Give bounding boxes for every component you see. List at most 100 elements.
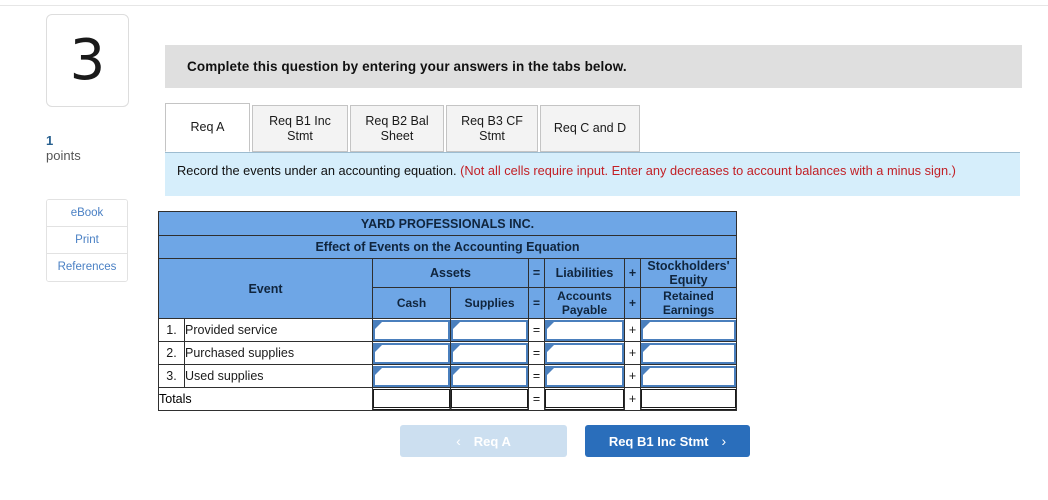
row-plus: + — [624, 318, 641, 342]
cell-total-accounts-payable — [544, 387, 625, 411]
total-cash-value — [373, 388, 450, 410]
input-accounts-payable-3[interactable] — [545, 365, 624, 387]
row-plus: + — [624, 364, 641, 388]
tab-req-b1-inc-stmt[interactable]: Req B1 Inc Stmt — [252, 105, 348, 152]
row-label: Purchased supplies — [184, 341, 373, 365]
cell-flag-icon — [643, 367, 650, 375]
input-retained-earnings-2[interactable] — [641, 342, 736, 364]
totals-label: Totals — [158, 387, 373, 411]
cell-flag-icon — [453, 321, 460, 329]
row-number: 3. — [158, 364, 185, 388]
row-number: 2. — [158, 341, 185, 365]
cell-accounts-payable-1[interactable] — [544, 318, 625, 342]
input-supplies-3[interactable] — [451, 365, 528, 387]
tab-req-b3-cf-stmt[interactable]: Req B3 CF Stmt — [446, 105, 538, 152]
totals-plus: + — [624, 387, 641, 411]
row-plus: + — [624, 341, 641, 365]
header-cash: Cash — [372, 287, 451, 319]
instruction-banner: Complete this question by entering your … — [165, 45, 1022, 88]
prev-requirement-label: Req A — [473, 433, 511, 449]
cell-flag-icon — [643, 321, 650, 329]
points-label: points — [46, 148, 81, 163]
row-number: 1. — [158, 318, 185, 342]
input-cash-2[interactable] — [373, 342, 450, 364]
header-supplies: Supplies — [450, 287, 529, 319]
total-supplies-value — [451, 388, 528, 410]
cell-retained-earnings-2[interactable] — [640, 341, 737, 365]
cell-flag-icon — [547, 344, 554, 352]
header-stockholders-equity: Stockholders' Equity — [640, 258, 737, 288]
header-assets: Assets — [372, 258, 529, 288]
header-accounts-payable: Accounts Payable — [544, 287, 625, 319]
input-cash-1[interactable] — [373, 319, 450, 341]
tab-req-b2-bal-sheet[interactable]: Req B2 Bal Sheet — [350, 105, 444, 152]
next-requirement-button[interactable]: Req B1 Inc Stmt › — [585, 425, 750, 457]
row-label: Provided service — [184, 318, 373, 342]
print-button[interactable]: Print — [47, 227, 127, 254]
input-accounts-payable-1[interactable] — [545, 319, 624, 341]
cell-cash-3[interactable] — [372, 364, 451, 388]
ebook-button[interactable]: eBook — [47, 200, 127, 227]
header-event: Event — [158, 258, 373, 319]
chevron-left-icon: ‹ — [456, 433, 461, 449]
points-block: 1 points — [46, 133, 146, 164]
cell-accounts-payable-3[interactable] — [544, 364, 625, 388]
instruction-banner-text: Complete this question by entering your … — [187, 59, 627, 74]
accounting-equation-table: YARD PROFESSIONALS INC. Effect of Events… — [158, 211, 737, 411]
input-cash-3[interactable] — [373, 365, 450, 387]
table-row: 2. Purchased supplies = + — [158, 341, 737, 365]
row-equals: = — [528, 318, 545, 342]
cell-total-retained-earnings — [640, 387, 737, 411]
references-button[interactable]: References — [47, 254, 127, 281]
cell-flag-icon — [453, 344, 460, 352]
cell-flag-icon — [453, 367, 460, 375]
total-retained-earnings-value — [641, 388, 736, 410]
points-value: 1 — [46, 133, 54, 148]
header-equals-sub: = — [528, 287, 545, 319]
row-equals: = — [528, 341, 545, 365]
input-accounts-payable-2[interactable] — [545, 342, 624, 364]
table-row: 3. Used supplies = + — [158, 364, 737, 388]
company-title: YARD PROFESSIONALS INC. — [158, 211, 737, 236]
cell-supplies-1[interactable] — [450, 318, 529, 342]
table-group-header-row: Event Assets = Liabilities + Stockholder… — [158, 258, 737, 319]
row-label: Used supplies — [184, 364, 373, 388]
tab-req-c-and-d[interactable]: Req C and D — [540, 105, 640, 152]
input-supplies-1[interactable] — [451, 319, 528, 341]
cell-flag-icon — [547, 367, 554, 375]
cell-cash-1[interactable] — [372, 318, 451, 342]
cell-flag-icon — [643, 344, 650, 352]
cell-flag-icon — [375, 321, 382, 329]
header-liabilities: Liabilities — [544, 258, 625, 288]
question-page: 3 1 points eBook Print References Comple… — [0, 0, 1048, 500]
cell-flag-icon — [375, 344, 382, 352]
requirement-tabs: Req A Req B1 Inc Stmt Req B2 Bal Sheet R… — [165, 103, 1022, 152]
question-number-box: 3 — [46, 14, 129, 107]
cell-total-supplies — [450, 387, 529, 411]
cell-flag-icon — [547, 321, 554, 329]
header-equals-top: = — [528, 258, 545, 288]
cell-cash-2[interactable] — [372, 341, 451, 365]
input-supplies-2[interactable] — [451, 342, 528, 364]
table-totals-row: Totals = + — [158, 387, 737, 411]
requirement-instruction-note: (Not all cells require input. Enter any … — [460, 163, 956, 178]
requirement-instruction-box: Record the events under an accounting eq… — [165, 152, 1020, 196]
question-sidebar: 3 1 points eBook Print References — [0, 0, 155, 500]
cell-total-cash — [372, 387, 451, 411]
input-retained-earnings-3[interactable] — [641, 365, 736, 387]
cell-supplies-3[interactable] — [450, 364, 529, 388]
total-accounts-payable-value — [545, 388, 624, 410]
table-subtitle-row: Effect of Events on the Accounting Equat… — [158, 235, 737, 259]
question-number: 3 — [69, 27, 106, 93]
row-equals: = — [528, 364, 545, 388]
tab-req-a[interactable]: Req A — [165, 103, 250, 152]
next-requirement-label: Req B1 Inc Stmt — [608, 433, 709, 449]
requirement-instruction-text: Record the events under an accounting eq… — [177, 162, 1008, 180]
prev-requirement-button[interactable]: ‹ Req A — [400, 425, 567, 457]
chevron-right-icon: › — [721, 433, 727, 449]
cell-retained-earnings-1[interactable] — [640, 318, 737, 342]
cell-accounts-payable-2[interactable] — [544, 341, 625, 365]
input-retained-earnings-1[interactable] — [641, 319, 736, 341]
cell-retained-earnings-3[interactable] — [640, 364, 737, 388]
cell-supplies-2[interactable] — [450, 341, 529, 365]
